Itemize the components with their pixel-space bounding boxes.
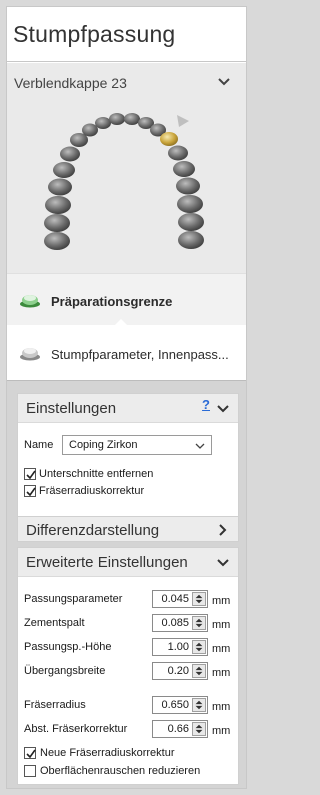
passungshoehe-input[interactable]: 1.00 [152,638,208,656]
param-value: 1.00 [167,641,189,653]
spinner-icon[interactable] [192,592,206,606]
param-unit: mm [212,701,231,713]
zementspalt-input[interactable]: 0.085 [152,614,208,632]
step-label: Stumpfparameter, Innenpass... [51,347,229,362]
chevron-down-icon [195,443,205,449]
param-value: 0.085 [161,617,189,629]
param-value: 0.66 [167,723,189,735]
spinner-icon[interactable] [192,698,206,712]
teeth [44,113,204,250]
selection-marker-icon [177,115,189,127]
step-icon [20,348,40,361]
unterschnitte-checkbox[interactable] [24,468,36,480]
param-value: 0.650 [161,699,189,711]
neue-fraeserradiuskorrektur-checkbox[interactable] [24,747,36,759]
checkbox-label: Neue Fräserradiuskorrektur [40,747,175,759]
param-label: Fräserradius [24,699,86,711]
checkbox-label: Unterschnitte entfernen [39,468,154,480]
einstellungen-body: Name Coping Zirkon Unterschnitte entfern… [18,422,238,524]
fraeserkorrektur-input[interactable]: 0.66 [152,720,208,738]
fraeserradiuskorrektur-checkbox[interactable] [24,485,36,497]
check-icon [26,470,36,480]
chevron-down-icon[interactable] [216,556,230,570]
param-label: Übergangsbreite [24,665,106,677]
param-label: Abst. Fräserkorrektur [24,723,128,735]
step-praeparationsgrenze[interactable]: Präparationsgrenze [7,273,246,325]
section-title: Erweiterte Einstellungen [26,554,188,571]
step-icon [20,295,40,308]
chevron-down-icon[interactable] [216,74,232,90]
divider [7,61,246,62]
spinner-icon[interactable] [192,664,206,678]
jaw-label[interactable]: Verblendkappe 23 [14,75,127,91]
param-label: Passungsparameter [24,593,123,605]
step-stumpfparameter[interactable]: Stumpfparameter, Innenpass... [7,325,246,380]
passungsparameter-input[interactable]: 0.045 [152,590,208,608]
uebergangsbreite-input[interactable]: 0.20 [152,662,208,680]
step-label: Präparationsgrenze [51,294,173,309]
panel-title: Stumpfpassung [13,21,176,47]
einstellungen-header[interactable]: Einstellungen ? [18,394,238,422]
param-unit: mm [212,667,231,679]
chevron-right-icon[interactable] [216,523,230,537]
section-title: Differenzdarstellung [26,522,160,539]
erweitert-section: Erweiterte Einstellungen Passungsparamet… [17,547,239,785]
param-unit: mm [212,643,231,655]
jaw-view: Verblendkappe 23 [7,63,246,273]
oberflaechenrauschen-checkbox[interactable] [24,765,36,777]
param-value: 0.045 [161,593,189,605]
param-unit: mm [212,725,231,737]
check-icon [26,749,36,759]
checkbox-label: Oberflächenrauschen reduzieren [40,765,201,777]
differenz-section[interactable]: Differenzdarstellung [17,516,239,542]
section-title: Einstellungen [26,400,117,417]
spinner-icon[interactable] [192,722,206,736]
settings-area: Einstellungen ? Name Coping Zirkon Unter… [7,380,246,788]
param-unit: mm [212,619,231,631]
erweitert-header[interactable]: Erweiterte Einstellungen [18,548,238,576]
help-icon[interactable]: ? [202,397,210,412]
chevron-down-icon[interactable] [216,402,230,416]
einstellungen-section: Einstellungen ? Name Coping Zirkon Unter… [17,393,239,525]
fraeserradius-input[interactable]: 0.650 [152,696,208,714]
name-select[interactable]: Coping Zirkon [62,435,212,455]
dental-arch-image[interactable] [37,103,217,253]
param-label: Zementspalt [24,617,85,629]
param-label: Passungsp.-Höhe [24,641,112,653]
checkbox-label: Fräserradiuskorrektur [39,485,145,497]
param-unit: mm [212,595,231,607]
param-value: 0.20 [167,665,189,677]
check-icon [26,487,36,497]
erweitert-body: Passungsparameter 0.045 mm Zementspalt 0… [18,576,238,784]
spinner-icon[interactable] [192,640,206,654]
name-select-value: Coping Zirkon [69,439,138,451]
differenz-header[interactable]: Differenzdarstellung [18,517,238,543]
stumpfpassung-panel: Stumpfpassung Verblendkappe 23 Präparati… [6,6,247,789]
name-label: Name [24,439,54,451]
spinner-icon[interactable] [192,616,206,630]
